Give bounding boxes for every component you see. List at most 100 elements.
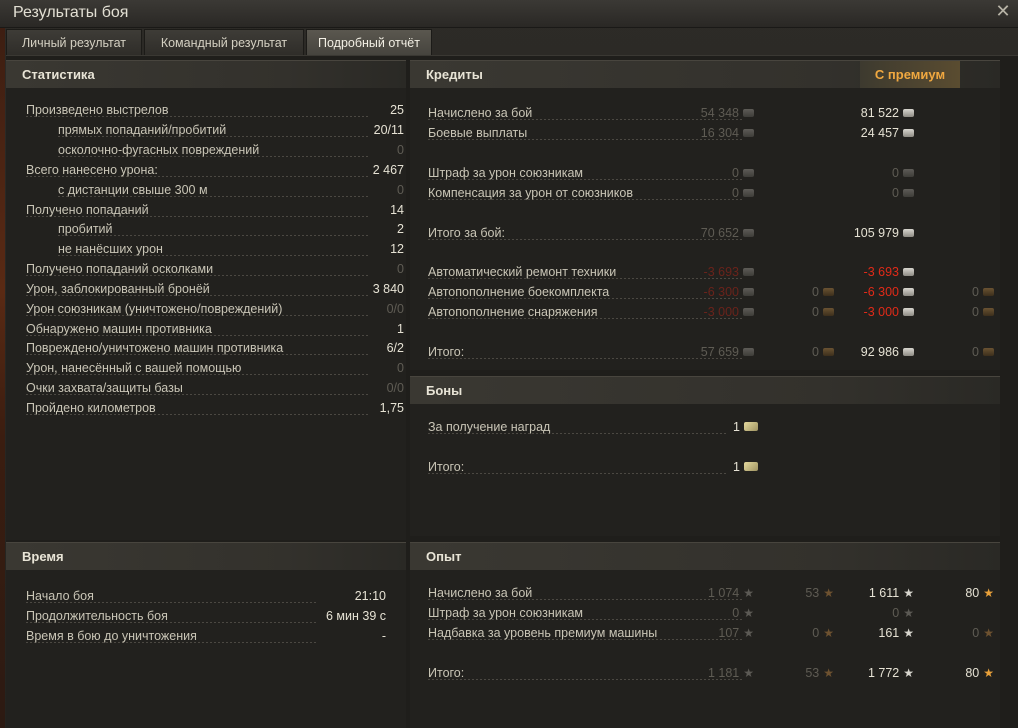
bond-value: 1 — [733, 458, 758, 477]
stat-value: 0 — [397, 361, 404, 375]
stat-row: Всего нанесено урона: 2 467 — [26, 161, 404, 180]
star-icon: ★ — [903, 606, 914, 620]
time-value: - — [381, 629, 386, 643]
gold-icon — [983, 288, 994, 296]
stat-label: Очки захвата/защиты базы — [26, 381, 183, 395]
stat-row: Очки захвата/защиты базы 0/0 — [26, 379, 404, 398]
credits-panel: Кредиты С премиум Начислено за бой 54 348… — [410, 60, 1000, 370]
stat-value: 0 — [397, 262, 404, 276]
credit-label: Автопополнение боекомплекта — [428, 285, 610, 299]
dotted-leader — [428, 473, 728, 474]
credit-base-value: 0 — [732, 184, 754, 203]
bond-row: За получение наград 1 — [428, 418, 758, 437]
credit-base-value: -6 300 — [704, 283, 754, 302]
dotted-leader — [428, 358, 744, 359]
credit-coin-icon — [743, 169, 754, 177]
stat-label: Всего нанесено урона: — [26, 163, 158, 177]
stat-value: 1,75 — [379, 401, 404, 415]
stat-label: Обнаружено машин противника — [26, 322, 212, 336]
xp-row: Итого: 1 181 ★ 53 ★ 1 772 ★ 80 ★ — [428, 664, 994, 683]
xp-premium-value: 1 772 ★ — [868, 664, 914, 683]
credit-coin-icon — [743, 268, 754, 276]
close-icon[interactable]: ✕ — [993, 1, 1013, 21]
credit-premium-value: -3 693 — [864, 263, 914, 282]
free-xp-icon: ★ — [983, 666, 994, 680]
battle-results-window: Результаты боя ✕ Личный результат Команд… — [0, 0, 1018, 728]
bonds-header: Боны — [410, 376, 1000, 404]
bond-label: Итого: — [428, 460, 465, 474]
stat-label: Произведено выстрелов — [26, 103, 169, 117]
credit-premium-value: -6 300 — [864, 283, 914, 302]
stat-row: Обнаружено машин противника 1 — [26, 320, 404, 339]
credit-label: Начислено за бой — [428, 106, 533, 120]
credit-premium-value: 81 522 — [861, 104, 914, 123]
free-xp-icon: ★ — [823, 586, 834, 600]
credit-base-value: -3 693 — [704, 263, 754, 282]
stat-row: Получено попаданий осколками 0 — [26, 260, 404, 279]
xp-row: Надбавка за уровень премиум машины 107 ★ 0 ★… — [428, 624, 994, 643]
stat-value: 20/11 — [373, 123, 404, 137]
free-xp-icon: ★ — [823, 626, 834, 640]
credit-row: Автопополнение боекомплекта -6 300 0 -6 300… — [428, 283, 994, 302]
stat-row: не нанёсших урон 12 — [26, 240, 404, 259]
stat-label: Получено попаданий — [26, 203, 149, 217]
credit-coin-icon — [743, 348, 754, 356]
time-label: Время в бою до уничтожения — [26, 629, 197, 643]
stat-label: Пройдено километров — [26, 401, 156, 415]
gold-icon — [823, 308, 834, 316]
credit-coin-icon — [903, 348, 914, 356]
stat-label: Повреждено/уничтожено машин противника — [26, 341, 284, 355]
tab-personal-result[interactable]: Личный результат — [6, 29, 142, 55]
xp-base-value: 1 074 ★ — [708, 584, 754, 603]
premium-column-label: С премиум — [860, 61, 960, 88]
xp-label: Итого: — [428, 666, 465, 680]
stat-row: пробитий 2 — [26, 220, 404, 239]
credit-premium-value: 0 — [892, 164, 914, 183]
stat-row: Урон союзникам (уничтожено/повреждений) 0… — [26, 300, 404, 319]
free-xp-icon: ★ — [823, 666, 834, 680]
credit-coin-icon — [743, 229, 754, 237]
xp-header: Опыт — [410, 542, 1000, 570]
credit-row: Автопополнение снаряжения -3 000 0 -3 000 0 — [428, 303, 994, 322]
xp-row: Штраф за урон союзникам 0 ★ 0 ★ — [428, 604, 994, 623]
free-xp-icon: ★ — [983, 586, 994, 600]
credit-row: Боевые выплаты 16 304 24 457 — [428, 124, 994, 143]
star-icon: ★ — [903, 666, 914, 680]
time-header: Время — [6, 542, 406, 570]
credit-row: Итого за бой: 70 652 105 979 — [428, 224, 994, 243]
credit-label: Компенсация за урон от союзников — [428, 186, 633, 200]
stat-label: Урон союзникам (уничтожено/повреждений) — [26, 302, 283, 316]
xp-base-value: 0 ★ — [732, 604, 754, 623]
free-xp-base-value: 0 ★ — [812, 624, 834, 643]
stat-row: Произведено выстрелов 25 — [26, 101, 404, 120]
stat-label: не нанёсших урон — [58, 242, 163, 256]
credit-coin-icon — [743, 288, 754, 296]
xp-label: Начислено за бой — [428, 586, 533, 600]
credit-premium-value: -3 000 — [864, 303, 914, 322]
xp-premium-value: 161 ★ — [878, 624, 914, 643]
gold-premium-value: 0 — [972, 283, 994, 302]
time-row: Время в бою до уничтожения - — [26, 627, 386, 646]
stat-label: прямых попаданий/пробитий — [58, 123, 227, 137]
tab-team-result[interactable]: Командный результат — [144, 29, 304, 55]
stat-value: 1 — [397, 322, 404, 336]
credit-coin-icon — [903, 169, 914, 177]
stat-value: 14 — [390, 203, 404, 217]
credit-coin-icon — [743, 109, 754, 117]
stat-value: 0/0 — [386, 302, 404, 316]
bond-icon — [744, 422, 758, 431]
tab-detailed-report[interactable]: Подробный отчёт — [306, 29, 432, 55]
star-icon: ★ — [743, 586, 754, 600]
credit-coin-icon — [903, 268, 914, 276]
xp-premium-value: 1 611 ★ — [869, 584, 914, 603]
stat-row: Получено попаданий 14 — [26, 201, 404, 220]
credits-title: Кредиты — [426, 67, 483, 82]
stat-label: осколочно-фугасных повреждений — [58, 143, 260, 157]
bond-value: 1 — [733, 418, 758, 437]
xp-base-value: 107 ★ — [718, 624, 754, 643]
credit-row: Компенсация за урон от союзников 0 0 — [428, 184, 994, 203]
stat-row: прямых попаданий/пробитий 20/11 — [26, 121, 404, 140]
gold-premium-value: 0 — [972, 343, 994, 362]
credit-premium-value: 0 — [892, 184, 914, 203]
stat-row: с дистанции свыше 300 м 0 — [26, 181, 404, 200]
